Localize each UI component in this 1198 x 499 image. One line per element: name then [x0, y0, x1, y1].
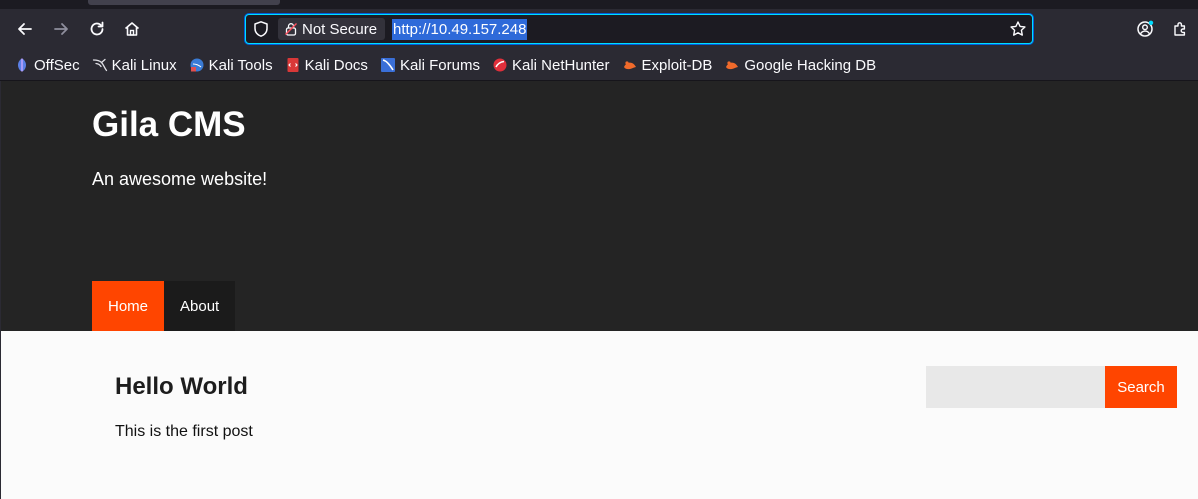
security-label: Not Secure [302, 20, 378, 38]
ghdb-icon [724, 57, 740, 73]
home-icon [124, 22, 140, 36]
search-input[interactable] [926, 366, 1105, 408]
nethunter-icon [492, 57, 508, 73]
bookmark-kali-docs[interactable]: Kali Docs [285, 53, 368, 77]
browser-chrome: Not Secure http://10.49.157.248 OffSec K… [0, 0, 1198, 81]
reload-icon [90, 21, 104, 36]
kali-docs-icon [285, 57, 301, 73]
bookmark-label: Kali Linux [111, 56, 177, 74]
site-tagline: An awesome website! [92, 169, 268, 189]
extensions-button[interactable] [1168, 16, 1194, 42]
tracking-shield-icon[interactable] [252, 20, 270, 38]
bookmark-exploit-db[interactable]: Exploit-DB [622, 53, 713, 77]
bookmark-kali-nethunter[interactable]: Kali NetHunter [492, 53, 610, 77]
bookmark-label: Kali Forums [399, 56, 480, 74]
bookmark-star-icon[interactable] [1009, 20, 1027, 38]
url-text[interactable]: http://10.49.157.248 [392, 19, 528, 40]
offsec-icon [14, 57, 30, 73]
active-tab[interactable] [88, 0, 280, 5]
back-button[interactable] [12, 16, 38, 42]
bookmark-label: Google Hacking DB [744, 56, 877, 74]
bookmark-label: Kali Tools [208, 56, 273, 74]
security-indicator[interactable]: Not Secure [278, 18, 386, 40]
puzzle-icon [1174, 22, 1186, 36]
forward-button[interactable] [48, 16, 74, 42]
site-header: Gila CMS An awesome website! Home About [1, 81, 1198, 331]
kali-dragon-icon [92, 57, 108, 73]
address-bar[interactable]: Not Secure http://10.49.157.248 [245, 14, 1033, 44]
post-body: This is the first post [115, 423, 253, 440]
bookmark-offsec[interactable]: OffSec [14, 53, 80, 77]
bookmark-kali-linux[interactable]: Kali Linux [92, 53, 177, 77]
exploit-db-icon [622, 57, 638, 73]
post-title[interactable]: Hello World [115, 373, 248, 401]
bookmarks-toolbar: OffSec Kali Linux Kali Tools Kali Docs K… [0, 52, 877, 78]
reload-button[interactable] [84, 16, 110, 42]
bookmark-kali-forums[interactable]: Kali Forums [380, 53, 480, 77]
kali-tools-icon [189, 57, 205, 73]
account-icon [1137, 20, 1154, 37]
back-arrow-icon [18, 23, 32, 35]
bookmark-label: Kali Docs [304, 56, 368, 74]
home-button[interactable] [119, 16, 145, 42]
bookmark-label: OffSec [34, 56, 80, 74]
web-page: Gila CMS An awesome website! Home About … [0, 81, 1198, 499]
search-button[interactable]: Search [1105, 366, 1177, 408]
main-menu: Home About [92, 281, 236, 331]
bookmark-label: Exploit-DB [641, 56, 713, 74]
menu-item-about[interactable]: About [164, 281, 236, 331]
kali-forums-icon [380, 57, 396, 73]
menu-item-home[interactable]: Home [92, 281, 165, 331]
bookmark-kali-tools[interactable]: Kali Tools [189, 53, 273, 77]
bookmark-google-hacking-db[interactable]: Google Hacking DB [724, 53, 876, 77]
broken-lock-icon [285, 23, 297, 36]
forward-arrow-icon [54, 23, 68, 35]
site-title[interactable]: Gila CMS [92, 105, 246, 145]
bookmark-label: Kali NetHunter [511, 56, 610, 74]
account-button[interactable] [1132, 16, 1158, 42]
tab-strip [0, 0, 1198, 9]
